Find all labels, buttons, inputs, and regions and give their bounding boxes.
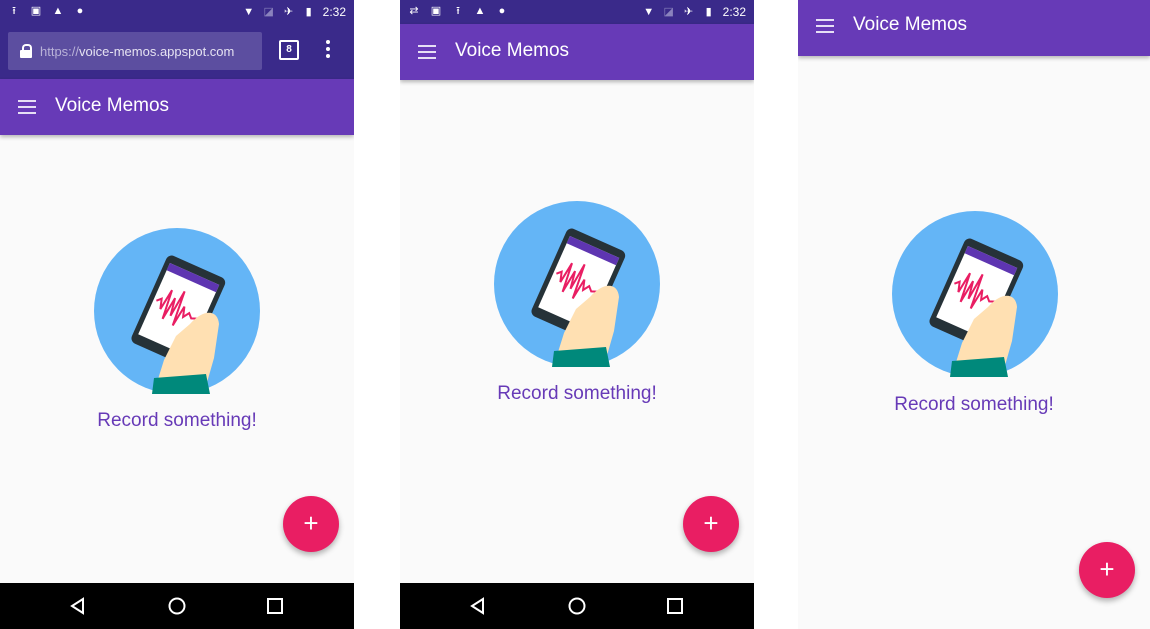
url-field[interactable]: https:// voice-memos.appspot.com: [8, 32, 262, 70]
empty-state-message: Record something!: [497, 383, 657, 404]
hamburger-menu-icon[interactable]: [18, 100, 36, 114]
recents-icon[interactable]: [266, 597, 284, 615]
home-icon[interactable]: [168, 597, 186, 615]
wifi-icon: ▼: [243, 6, 255, 18]
lock-icon: [20, 44, 32, 58]
battery-icon: ▮: [705, 6, 712, 18]
browser-toolbar: https:// voice-memos.appspot.com 8: [0, 24, 354, 79]
status-bar: ⇄ ▣ ⭱ ▲ ● ▼ ◪ ✈ ▮ 2:32: [400, 0, 754, 24]
app-bar: Voice Memos: [0, 79, 354, 135]
browser-screen: ⭱ ▣ ▲ ● ▼ ◪ ✈ ▮ 2:32 https:// voice-memo…: [0, 0, 354, 629]
app-bar: Voice Memos: [400, 24, 754, 80]
airplane-icon: ✈: [284, 6, 294, 18]
recents-icon[interactable]: [666, 597, 684, 615]
android-nav-bar: [0, 583, 354, 629]
app-title: Voice Memos: [55, 95, 170, 116]
tabs-icon[interactable]: 8: [279, 40, 299, 60]
url-scheme: https://: [40, 43, 80, 59]
android-nav-bar: [400, 583, 754, 629]
url-host: voice-memos.appspot.com: [79, 43, 235, 59]
wifi-icon: ▼: [643, 6, 655, 18]
sync-icon: ⇄: [409, 5, 419, 17]
image-icon: ▣: [30, 5, 42, 17]
airplane-icon: ✈: [684, 6, 694, 18]
record-illustration: [94, 228, 260, 394]
empty-state-message: Record something!: [97, 410, 257, 431]
no-signal-icon: ◪: [663, 6, 674, 18]
add-memo-button[interactable]: +: [1079, 542, 1135, 598]
warning-icon: ▲: [52, 5, 64, 17]
android-icon: ●: [498, 5, 506, 17]
hamburger-menu-icon[interactable]: [418, 45, 436, 59]
empty-state-message: Record something!: [894, 394, 1054, 415]
battery-icon: ▮: [305, 6, 312, 18]
add-memo-button[interactable]: +: [683, 496, 739, 552]
app-bar: Voice Memos: [798, 0, 1150, 56]
clock: 2:32: [322, 5, 346, 19]
upload-icon: ⭱: [456, 5, 460, 17]
record-illustration: [892, 211, 1058, 377]
overflow-menu-icon[interactable]: [325, 40, 331, 62]
app-title: Voice Memos: [455, 40, 570, 61]
upload-icon: ⭱: [12, 5, 16, 17]
image-icon: ▣: [430, 5, 442, 17]
back-icon[interactable]: [469, 597, 487, 615]
home-icon[interactable]: [568, 597, 586, 615]
warning-icon: ▲: [474, 5, 486, 17]
fullscreen-screen: Voice Memos Record something! +: [798, 0, 1150, 629]
back-icon[interactable]: [69, 597, 87, 615]
no-signal-icon: ◪: [263, 6, 274, 18]
app-screen: ⇄ ▣ ⭱ ▲ ● ▼ ◪ ✈ ▮ 2:32 Voice Memos Recor…: [400, 0, 754, 629]
add-memo-button[interactable]: +: [283, 496, 339, 552]
hamburger-menu-icon[interactable]: [816, 19, 834, 33]
app-title: Voice Memos: [853, 14, 968, 35]
record-illustration: [494, 201, 660, 367]
android-icon: ●: [76, 5, 84, 17]
status-bar: ⭱ ▣ ▲ ● ▼ ◪ ✈ ▮ 2:32: [0, 0, 354, 24]
clock: 2:32: [722, 5, 746, 19]
